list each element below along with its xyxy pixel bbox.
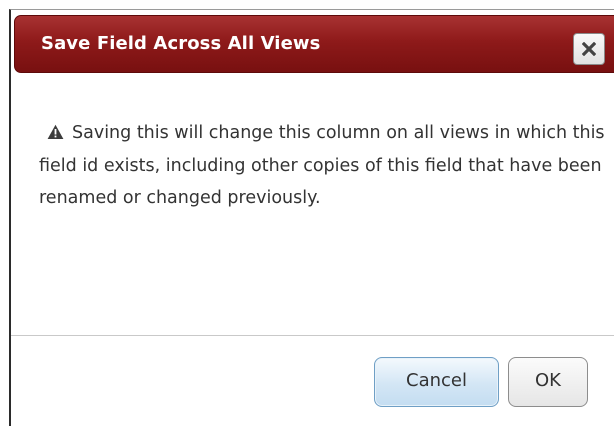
dialog-title: Save Field Across All Views [41,33,321,54]
dialog-message-block: Saving this will change this column on a… [39,117,605,215]
close-icon [582,42,596,56]
dialog-message: Saving this will change this column on a… [39,123,605,208]
warning-triangle-icon [47,124,64,139]
save-field-dialog: Save Field Across All Views Saving this … [9,9,614,426]
close-button[interactable] [573,33,605,65]
cancel-button[interactable]: Cancel [374,357,499,407]
footer-divider [11,335,614,336]
ok-button[interactable]: OK [508,357,588,407]
dialog-titlebar: Save Field Across All Views [14,15,614,73]
